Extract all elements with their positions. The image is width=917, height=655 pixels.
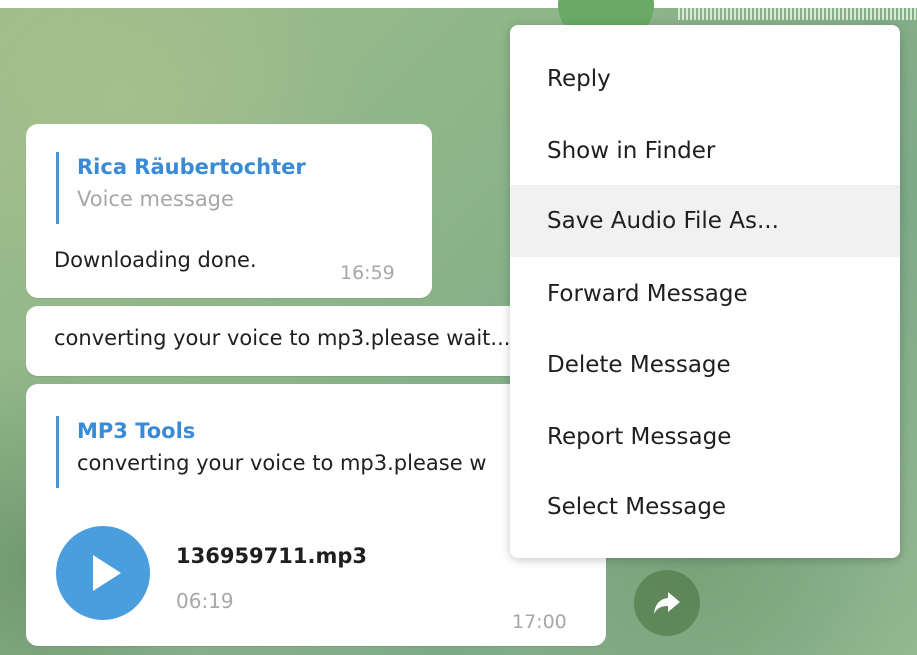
share-arrow-icon xyxy=(654,592,680,614)
context-menu: Reply Show in Finder Save Audio File As.… xyxy=(510,25,900,558)
menu-item-select-message[interactable]: Select Message xyxy=(510,471,900,543)
audio-duration: 06:19 xyxy=(176,589,234,613)
menu-item-report-message[interactable]: Report Message xyxy=(510,401,900,473)
audio-file-name: 136959711.mp3 xyxy=(176,544,368,568)
message-time: 17:00 xyxy=(512,611,567,633)
menu-item-save-audio-file-as[interactable]: Save Audio File As... xyxy=(510,185,900,257)
message-text: converting your voice to mp3.please wait… xyxy=(54,326,511,350)
reply-author: Rica Räubertochter xyxy=(77,155,306,179)
message-text: Downloading done. xyxy=(54,248,257,272)
menu-item-show-in-finder[interactable]: Show in Finder xyxy=(510,115,900,187)
previous-voice-waveform[interactable] xyxy=(678,8,917,20)
play-button[interactable] xyxy=(56,526,150,620)
reply-text: converting your voice to mp3.please wait… xyxy=(77,451,487,475)
reply-quote[interactable]: Rica Räubertochter Voice message xyxy=(56,152,306,224)
forward-button[interactable] xyxy=(634,570,700,636)
menu-item-reply[interactable]: Reply xyxy=(510,43,900,115)
reply-author: MP3 Tools xyxy=(77,419,196,443)
message-time: 16:59 xyxy=(340,262,395,284)
reply-quote[interactable]: MP3 Tools converting your voice to mp3.p… xyxy=(56,416,487,488)
play-icon xyxy=(93,555,121,591)
message-bubble-downloading[interactable]: Rica Räubertochter Voice message Downloa… xyxy=(26,124,432,298)
reply-type: Voice message xyxy=(77,187,234,211)
menu-item-forward-message[interactable]: Forward Message xyxy=(510,258,900,330)
menu-item-delete-message[interactable]: Delete Message xyxy=(510,329,900,401)
